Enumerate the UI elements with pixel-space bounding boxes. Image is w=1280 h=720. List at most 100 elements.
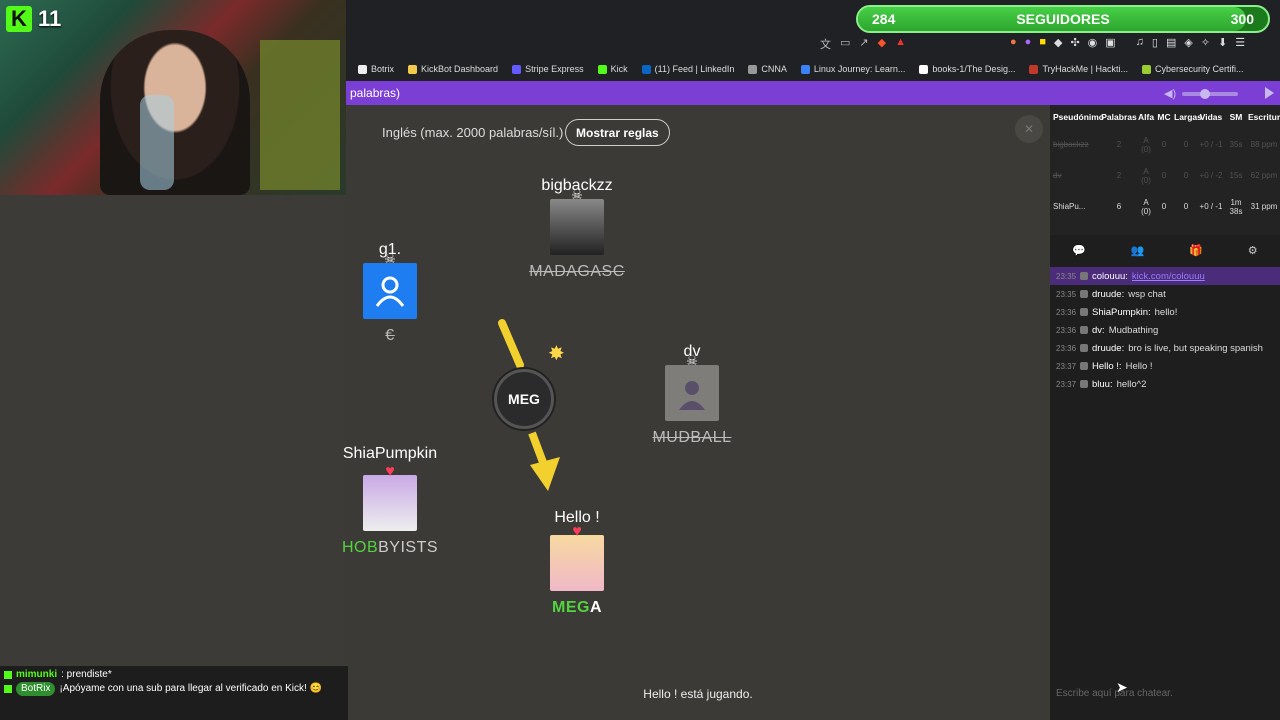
download-icon[interactable]: ⬇ [1218,36,1227,49]
bookmark-item[interactable]: CNNA [748,64,787,74]
bookmark-item[interactable]: (11) Feed | LinkedIn [641,64,734,74]
overlay-chat-text: ¡Apóyame con una sub para llegar al veri… [59,683,323,694]
bookmark-item[interactable]: Botrix [358,64,394,74]
chat-icon[interactable]: 💬 [1072,244,1086,257]
panel-tabs: 💬 👥 🎁 ⚙ [1050,239,1280,261]
game-status: Hello ! está jugando. [346,670,1050,720]
col-header: Palabras [1101,112,1137,122]
col-header: Vidas [1199,112,1223,122]
cast-icon[interactable]: ▭ [840,36,850,52]
bookmark-item[interactable]: Stripe Express [512,64,584,74]
puzzle-icon[interactable]: ✣ [1070,36,1079,49]
sidebar-icon[interactable]: ▯ [1152,36,1158,49]
leo-icon[interactable]: ✧ [1201,36,1210,49]
viewer-count-badge: K 11 [6,6,61,32]
scoreboard-cell: +0 / -1 [1199,202,1223,211]
chat-user[interactable]: colouuu: [1092,271,1128,282]
kick-badge-icon [4,671,12,679]
show-rules-button[interactable]: Mostrar reglas [565,119,670,146]
player-word: MADAGASC [529,263,625,280]
col-header: Alfa [1138,112,1155,122]
chat-time: 23:36 [1056,343,1077,353]
player-name: ShiaPumpkin [342,445,438,462]
translate-icon[interactable]: 文 [820,36,831,52]
skull-icon: ☠ [384,251,396,266]
bookmarks-bar: Botrix KickBot Dashboard Stripe Express Kic… [346,57,1280,81]
chat-time: 23:36 [1056,307,1077,317]
overlay-chat-user: BotRix [16,682,56,696]
scoreboard-cell: 31 ppm [1250,202,1278,211]
volume-slider[interactable] [1182,88,1239,99]
share-icon[interactable]: ↗ [859,36,868,52]
menu-icon[interactable]: ☰ [1235,36,1245,49]
player-word: € [385,327,395,344]
volume-control[interactable]: ◀) [1164,87,1239,100]
brave-shield-icon[interactable]: ◆ [878,36,886,52]
chat-user[interactable]: druude: [1092,289,1124,300]
chat-text: Mudbathing [1108,324,1159,336]
extension-icon[interactable]: ◆ [1054,36,1062,49]
volume-knob[interactable] [1200,88,1211,99]
user-badge-icon [1080,326,1088,334]
settings-icon[interactable]: ⚙ [1248,244,1258,257]
chat-message: 23:37 Hello !: Hello ! [1050,357,1280,375]
bookmark-item[interactable]: Cybersecurity Certifi... [1141,64,1244,74]
chat-text: wsp chat [1128,288,1166,300]
scoreboard-cell: A (0) [1141,197,1151,216]
screen: K 11 284 SEGUIDORES 300 文 ▭ ↗ ◆ ▲ ● ● ■ … [0,0,1280,720]
chat-user[interactable]: druude: [1092,343,1124,354]
scoreboard-cell: A (0) [1141,166,1151,185]
user-badge-icon [1080,290,1088,298]
heart-icon: ♥ [385,463,395,480]
extension-icon[interactable]: ◉ [1088,36,1098,49]
extension-icon[interactable]: ▣ [1105,36,1115,49]
chat-link[interactable]: kick.com/colouuu [1132,271,1205,282]
extension-icon[interactable]: ● [1010,36,1017,49]
gift-icon[interactable]: 🎁 [1189,244,1203,257]
scoreboard-cell: 0 [1183,171,1189,180]
scoreboard-cell: +0 / -2 [1199,171,1223,180]
bookmark-icon [919,64,929,74]
chat-user[interactable]: bluu: [1092,379,1113,390]
bookmark-label: CNNA [761,64,787,74]
play-icon[interactable] [1265,87,1274,99]
extension-icon[interactable]: ● [1025,36,1032,49]
chat-message: 23:37 bluu: hello^2 [1050,375,1280,393]
vpn-icon[interactable]: ◈ [1184,36,1192,49]
bookmark-item[interactable]: KickBot Dashboard [408,64,498,74]
followers-current: 284 [872,11,896,27]
scoreboard-cell: dv [1053,171,1062,180]
bookmark-item[interactable]: books-1/The Desig... [919,64,1015,74]
bookmark-icon [512,64,522,74]
bookmark-item[interactable]: TryHackMe | Hackti... [1029,64,1128,74]
overlay-chat-line: BotRix ¡Apóyame con una sub para llegar … [4,682,344,696]
wallet-icon[interactable]: ▤ [1166,36,1176,49]
bookmark-label: Kick [610,64,628,74]
volume-icon[interactable]: ◀) [1164,87,1176,100]
chat-user[interactable]: Hello !: [1092,361,1122,372]
scoreboard-cell: +0 / -1 [1199,140,1223,149]
kick-badge-icon [4,685,12,693]
brave-rewards-icon[interactable]: ▲ [895,36,906,52]
word-rest: BALL [690,429,732,446]
game-header-text: palabras) [350,86,401,100]
bookmark-item[interactable]: Linux Journey: Learn... [800,64,905,74]
game-header-bar: palabras) ◀) [346,81,1280,105]
followers-label: SEGUIDORES [1016,11,1110,27]
chat-input[interactable]: Escribe aquí para chatear. [1050,681,1280,707]
people-icon[interactable]: 👥 [1131,244,1145,257]
word-highlight: MUD [652,429,691,446]
bookmark-icon [641,64,651,74]
close-icon[interactable]: ✕ [1015,115,1043,143]
game-area: Inglés (max. 2000 palabras/síl.) Mostrar… [342,105,1050,670]
extension-icon[interactable]: ■ [1039,36,1046,49]
bookmark-item[interactable]: Kick [597,64,628,74]
bookmark-icon [748,64,758,74]
word-highlight: MEG [551,599,590,616]
overlay-chat-line: mimunki : prendiste* [4,668,344,682]
extension-icons: ● ● ■ ◆ ✣ ◉ ▣ ♫ ▯ ▤ ◈ ✧ ⬇ ☰ [1010,36,1245,49]
music-icon[interactable]: ♫ [1136,36,1144,49]
chat-user[interactable]: dv: [1092,325,1105,336]
col-header: Pseudónimo [1053,112,1105,122]
chat-user[interactable]: ShiaPumpkin: [1092,307,1151,318]
